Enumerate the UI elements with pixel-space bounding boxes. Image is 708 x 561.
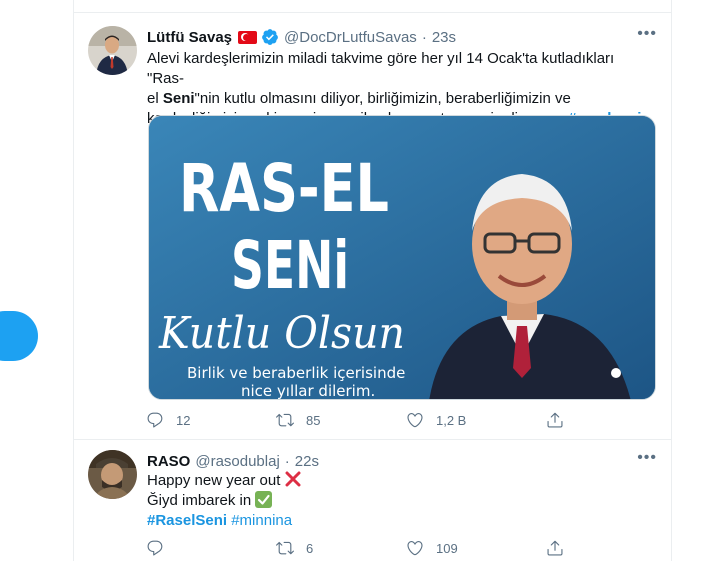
more-icon[interactable]: ••• — [637, 449, 657, 467]
retweet-count: 85 — [306, 412, 321, 428]
tweet-header: RASO @rasodublaj · 22s ••• — [147, 449, 657, 471]
avatar[interactable] — [88, 26, 137, 75]
retweet-button[interactable]: 6 — [276, 538, 313, 558]
text-line: Happy new year out — [147, 472, 285, 489]
like-icon — [407, 541, 423, 556]
verified-icon — [262, 29, 278, 45]
reply-count: 12 — [176, 412, 191, 428]
tweet[interactable]: RASO @rasodublaj · 22s ••• Happy new yea… — [74, 440, 671, 561]
reply-icon — [147, 540, 163, 556]
separator-dot: · — [421, 28, 427, 46]
share-button[interactable] — [546, 410, 564, 430]
reply-icon — [147, 412, 163, 428]
tweet[interactable]: Lütfü Savaş @DocDrLutfuSavas · 23s ••• A… — [74, 12, 671, 440]
user-handle[interactable]: @rasodublaj — [195, 453, 279, 470]
hashtag-link[interactable]: #RaselSeni — [147, 512, 227, 529]
tweet-timestamp[interactable]: 22s — [295, 453, 319, 470]
retweet-icon — [276, 541, 294, 555]
hashtag-link[interactable]: #minnina — [231, 512, 292, 529]
share-button[interactable] — [546, 538, 564, 558]
like-button[interactable]: 1,2 B — [406, 410, 466, 430]
text-line: "nin kutlu olmasını diliyor, birliğimizi… — [194, 90, 571, 107]
media-title-line1: RAS-EL — [179, 150, 389, 227]
retweet-button[interactable]: 85 — [276, 410, 320, 430]
text-line: Alevi kardeşlerimizin miladi takvime gör… — [147, 50, 615, 87]
compose-fab[interactable] — [0, 311, 38, 361]
tweet-actions: 12 85 1,2 B — [146, 410, 606, 430]
separator-dot: · — [284, 452, 290, 470]
like-count: 1,2 B — [436, 412, 467, 428]
reply-button[interactable] — [146, 538, 164, 558]
tweet-actions: 6 109 — [146, 538, 606, 558]
media-subtitle-line2: nice yıllar dilerim. — [241, 382, 375, 400]
cross-mark-icon — [285, 471, 301, 487]
reply-button[interactable]: 12 — [146, 410, 190, 430]
turkey-flag-icon — [238, 30, 258, 44]
check-mark-icon — [255, 491, 273, 508]
avatar[interactable] — [88, 450, 137, 499]
media-subtitle-line1: Birlik ve beraberlik içerisinde — [187, 364, 405, 382]
display-name[interactable]: Lütfü Savaş — [147, 29, 232, 46]
timeline-border-right — [671, 0, 672, 561]
share-icon — [547, 540, 563, 556]
more-icon[interactable]: ••• — [637, 25, 657, 43]
retweet-icon — [276, 413, 294, 427]
share-icon — [547, 412, 563, 428]
tweet-timestamp[interactable]: 23s — [432, 29, 456, 46]
tweet-header: Lütfü Savaş @DocDrLutfuSavas · 23s ••• — [147, 25, 657, 47]
like-icon — [407, 413, 423, 428]
like-button[interactable]: 109 — [406, 538, 458, 558]
retweet-count: 6 — [306, 540, 314, 556]
display-name[interactable]: RASO — [147, 453, 190, 470]
media-script-text: Kutlu Olsun — [158, 308, 405, 359]
tweet-text: Happy new year out Ğiyd imbarek in #Rase… — [147, 471, 655, 531]
tweet-media-image[interactable]: RAS-EL SENi Kutlu Olsun Birlik ve berabe… — [148, 115, 656, 400]
text-line: el — [147, 90, 163, 107]
text-line: Ğiyd imbarek in — [147, 492, 256, 509]
text-bold: Seni — [162, 90, 195, 107]
user-handle[interactable]: @DocDrLutfuSavas — [284, 29, 417, 46]
like-count: 109 — [436, 540, 458, 556]
media-title-line2: SENi — [231, 227, 349, 304]
